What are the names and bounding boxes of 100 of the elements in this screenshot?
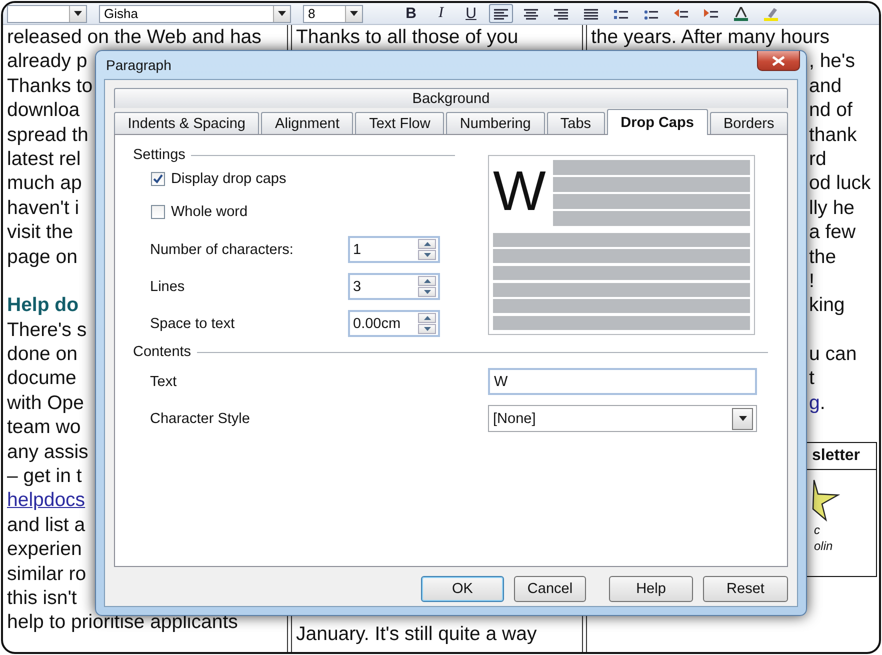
checkbox[interactable] [151,205,165,219]
down-arrow-icon[interactable] [424,253,430,257]
text-line: and list a [7,514,86,536]
window-title: Paragraph [106,57,172,73]
dropdown-arrow-icon [74,11,82,16]
text-line: Thanks to [7,74,93,97]
text-line: a few [809,221,856,244]
field-label: Space to text [150,316,236,332]
dropdown-arrow-icon [738,416,746,421]
field-label: Text [150,374,178,390]
bold-button[interactable]: B [399,4,423,23]
text-line: January. It's still quite a way [296,622,537,645]
text-line: thank [809,124,857,146]
align-right-icon [554,6,568,20]
spin-field[interactable]: 1 [348,236,440,263]
text-line: with Ope [7,392,84,414]
text-line: haven't i [7,196,80,219]
dialog-button[interactable]: Help [609,576,693,602]
email-link[interactable]: helpdocs [7,489,86,512]
up-arrow-icon[interactable] [424,316,430,320]
dialog-button[interactable]: Reset [703,576,788,602]
align-left-button[interactable] [489,4,513,23]
tab[interactable]: Alignment [261,112,354,134]
text-line: any assis [7,440,88,463]
text-line: downloa [7,99,80,122]
text-line: the years. After many hours [591,26,830,48]
text-line: nd of [809,99,852,122]
italic-button[interactable]: I [429,4,453,23]
text-line: team wo [7,416,81,438]
character-style-dropdown[interactable]: [None] [488,405,757,432]
text-line: docume [7,367,76,390]
text-line: ! [809,270,814,292]
dialog-button[interactable]: OK [421,576,504,602]
caption-text: c [813,522,821,538]
text-line: Thanks to all those of you [296,26,518,48]
tab[interactable]: Drop Caps [606,109,708,135]
tab[interactable]: Indents & Spacing [114,112,260,134]
font-size-dropdown[interactable]: 8 [303,4,363,22]
text-line: , he's [809,50,855,72]
tab[interactable]: Borders [710,112,788,134]
text-line: this isn't [7,586,77,609]
text-line: t [809,367,814,390]
text-line: done on [7,343,78,366]
text-line: king [809,294,845,316]
dropdown-arrow-icon [278,11,286,16]
dialog-button[interactable]: Cancel [514,576,586,602]
text-line: much ap [7,172,82,194]
drop-cap-letter: W [493,160,547,224]
font-name-dropdown[interactable]: Gisha [99,4,291,22]
text-line: similar ro [7,562,86,585]
text-line: latest rel [7,148,81,170]
caption-text: olin [813,538,834,554]
text-line: spread th [7,124,88,146]
text-line: already p [7,50,88,72]
field-label: Lines [150,278,186,294]
increase-indent-icon [704,6,718,20]
checkbox[interactable] [151,172,165,186]
text-line: and [809,74,842,97]
down-arrow-icon[interactable] [424,290,430,294]
font-color-icon [734,6,748,20]
highlighter-icon [764,6,778,20]
field-label: Character Style [150,410,251,426]
underline-button[interactable]: U [459,4,483,23]
field-label: Number of characters: [150,242,294,258]
group-label: Settings [133,147,186,163]
up-arrow-icon[interactable] [424,242,430,246]
text-line: – get in t [7,465,82,488]
tab[interactable]: Text Flow [355,112,444,134]
checkbox-label: Whole word [171,204,248,220]
text-line: . [820,392,826,414]
text-line: released on the Web and has [7,26,262,48]
text-line: rd [809,148,826,170]
align-left-icon [494,6,508,20]
spin-field[interactable]: 3 [348,273,440,300]
text-line: lly he [809,196,855,219]
close-icon [772,56,785,66]
text-line: u can [809,343,857,366]
justify-icon [584,6,598,20]
dropdown-arrow-icon [350,11,358,16]
checkbox-label: Display drop caps [171,171,286,187]
check-icon [153,174,163,184]
down-arrow-icon[interactable] [424,327,430,331]
up-arrow-icon[interactable] [424,279,430,283]
tab[interactable]: Tabs [546,112,605,134]
align-center-icon [524,6,538,20]
text-line: visit the [7,221,74,244]
text-line: There's s [7,318,87,341]
tab[interactable]: Background [114,88,788,108]
spin-field[interactable]: 0.00cm [348,310,440,337]
close-button[interactable] [757,51,800,71]
section-heading: Help do [7,294,78,316]
text-line: od luck [809,172,871,194]
text-line: help to prioritise applicants [7,611,238,634]
text-field[interactable]: W [488,368,757,395]
decrease-indent-icon [674,6,688,20]
tab[interactable]: Numbering [446,112,545,134]
style-dropdown[interactable] [7,4,87,22]
text-line: the [809,246,836,268]
link[interactable]: g [809,392,820,414]
text-line: page on [7,246,78,268]
